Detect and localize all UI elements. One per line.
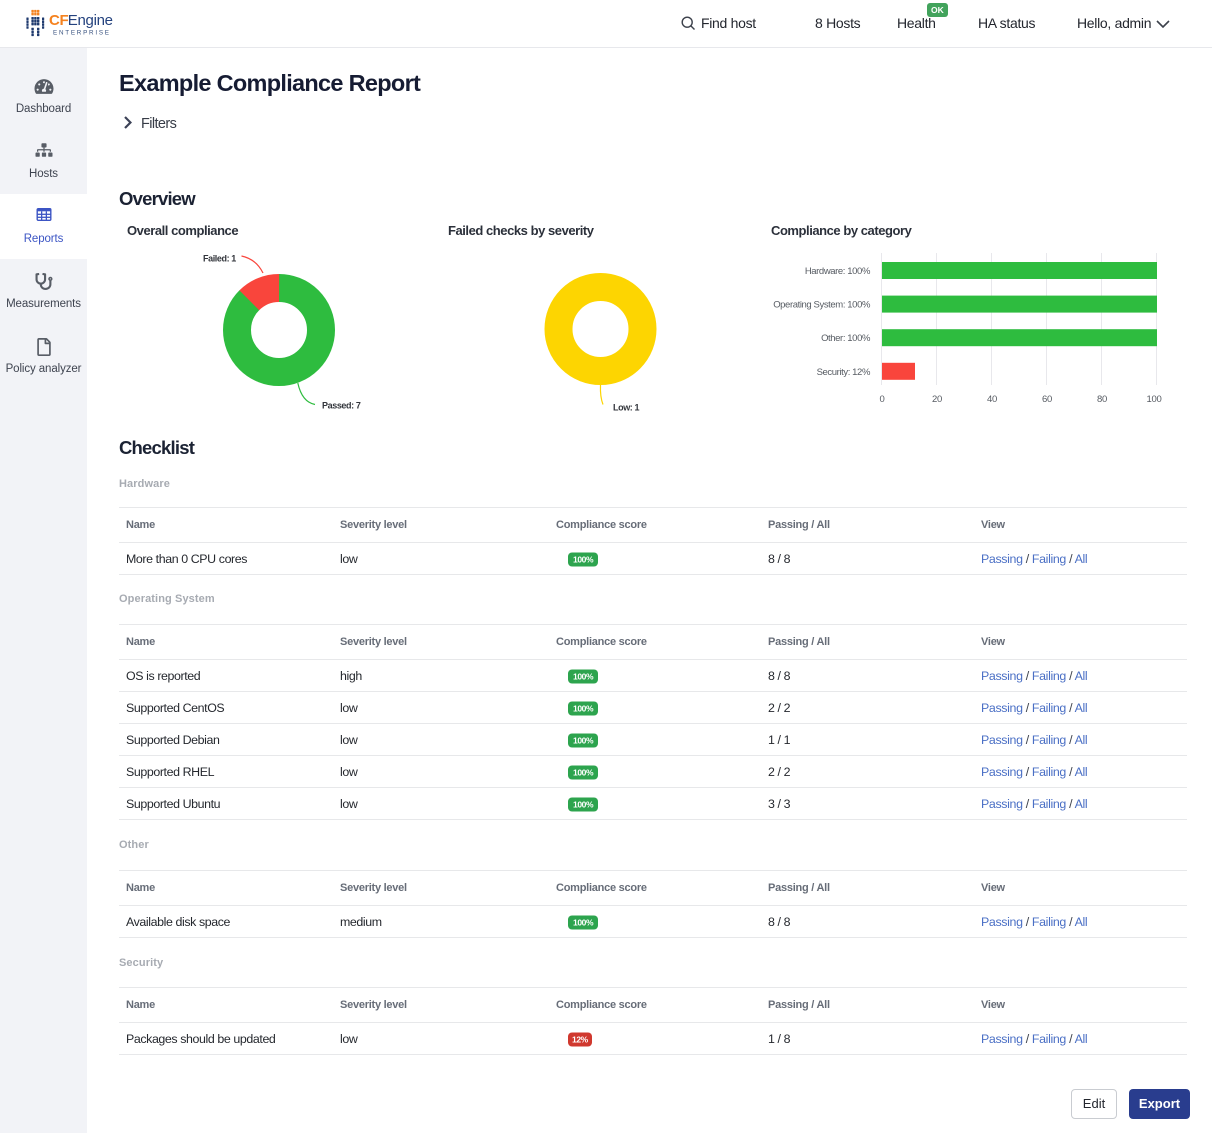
svg-text:Low: 1: Low: 1 bbox=[613, 403, 639, 413]
svg-text:60: 60 bbox=[1042, 394, 1052, 405]
svg-text:Passed: 7: Passed: 7 bbox=[322, 401, 361, 411]
svg-text:Operating System: 100%: Operating System: 100% bbox=[773, 300, 871, 311]
svg-text:40: 40 bbox=[987, 394, 997, 405]
svg-text:CF: CF bbox=[49, 12, 69, 29]
svg-text:100: 100 bbox=[1147, 394, 1162, 405]
svg-text:ENTERPRISE: ENTERPRISE bbox=[53, 30, 111, 37]
svg-text:Failed: 1: Failed: 1 bbox=[203, 254, 236, 264]
svg-text:20: 20 bbox=[932, 394, 942, 405]
svg-text:Other: 100%: Other: 100% bbox=[821, 333, 871, 344]
svg-text:Engine: Engine bbox=[68, 12, 113, 29]
svg-text:Hardware: 100%: Hardware: 100% bbox=[805, 266, 871, 277]
svg-text:Security: 12%: Security: 12% bbox=[817, 367, 871, 378]
svg-text:0: 0 bbox=[880, 394, 885, 405]
svg-text:80: 80 bbox=[1097, 394, 1107, 405]
